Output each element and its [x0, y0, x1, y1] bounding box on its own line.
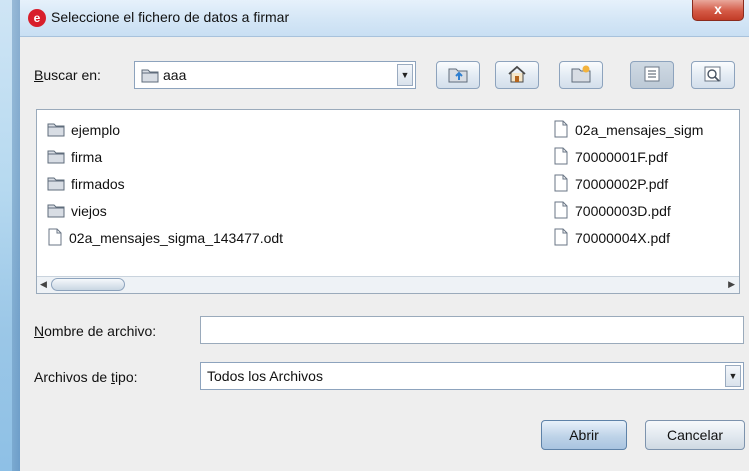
- list-item[interactable]: 70000002P.pdf: [553, 172, 668, 196]
- list-item-label: firmados: [71, 176, 125, 192]
- open-button[interactable]: Abrir: [541, 420, 627, 450]
- list-item[interactable]: 02a_mensajes_sigma_143477.odt: [47, 226, 283, 250]
- up-folder-icon: [448, 65, 468, 86]
- list-item-label: 02a_mensajes_sigma_143477.odt: [69, 230, 284, 246]
- file-icon: [553, 228, 569, 249]
- list-item[interactable]: 70000003D.pdf: [553, 199, 671, 223]
- filename-label: Nombre de archivo:: [34, 323, 157, 339]
- cancel-button[interactable]: Cancelar: [645, 420, 745, 450]
- lookin-combo[interactable]: aaa ▼: [134, 61, 416, 89]
- details-view-icon: [704, 66, 722, 85]
- folder-icon: [47, 148, 65, 167]
- scroll-left-icon[interactable]: ◀: [40, 279, 47, 290]
- folder-icon: [141, 67, 159, 86]
- lookin-label: Buscar en:: [34, 67, 101, 83]
- details-view-button[interactable]: [691, 61, 735, 89]
- list-item-label: 70000003D.pdf: [575, 203, 671, 219]
- app-logo-icon: e: [28, 9, 46, 27]
- horizontal-scrollbar[interactable]: ◀ ▶: [37, 276, 739, 293]
- list-item-label: 70000004X.pdf: [575, 230, 670, 246]
- lookin-value: aaa: [163, 67, 187, 83]
- list-item-label: viejos: [71, 203, 107, 219]
- file-icon: [553, 174, 569, 195]
- list-item[interactable]: 70000004X.pdf: [553, 226, 670, 250]
- list-item[interactable]: firmados: [47, 172, 125, 196]
- dialog-body: Buscar en: aaa ▼ ejemplo firma firmados …: [20, 37, 749, 471]
- list-item[interactable]: firma: [47, 145, 102, 169]
- home-icon: [507, 65, 527, 86]
- file-icon: [553, 147, 569, 168]
- file-chooser-dialog: e Seleccione el fichero de datos a firma…: [20, 0, 749, 471]
- file-icon: [47, 228, 63, 249]
- list-item-label: firma: [71, 149, 103, 165]
- chevron-down-icon[interactable]: ▼: [725, 365, 741, 387]
- list-item-label: 70000001F.pdf: [575, 149, 668, 165]
- filename-input[interactable]: [200, 316, 744, 344]
- list-item-label: 02a_mensajes_sigm: [575, 122, 704, 138]
- filetype-label: Archivos de tipo:: [34, 369, 138, 385]
- new-folder-button[interactable]: [559, 61, 603, 89]
- file-list[interactable]: ejemplo firma firmados viejos 02a_mensaj…: [36, 109, 740, 294]
- home-button[interactable]: [495, 61, 539, 89]
- list-item[interactable]: 70000001F.pdf: [553, 145, 668, 169]
- file-icon: [553, 201, 569, 222]
- list-item-label: ejemplo: [71, 122, 121, 138]
- file-icon: [553, 120, 569, 141]
- scroll-right-icon[interactable]: ▶: [728, 279, 735, 290]
- up-folder-button[interactable]: [436, 61, 480, 89]
- list-item[interactable]: viejos: [47, 199, 107, 223]
- list-item-label: 70000002P.pdf: [575, 176, 669, 192]
- close-button[interactable]: x: [692, 0, 744, 21]
- filetype-combo[interactable]: Todos los Archivos ▼: [200, 362, 744, 390]
- folder-icon: [47, 175, 65, 194]
- title-bar[interactable]: e Seleccione el fichero de datos a firma…: [20, 0, 749, 37]
- folder-icon: [47, 202, 65, 221]
- list-view-button[interactable]: [630, 61, 674, 89]
- chevron-down-icon[interactable]: ▼: [397, 64, 413, 86]
- list-item[interactable]: ejemplo: [47, 118, 120, 142]
- list-view-icon: [644, 66, 660, 85]
- filetype-value: Todos los Archivos: [207, 368, 323, 384]
- window-title: Seleccione el fichero de datos a firmar: [51, 9, 290, 25]
- folder-icon: [47, 121, 65, 140]
- new-folder-icon: [571, 65, 591, 86]
- scrollbar-thumb[interactable]: [51, 278, 125, 291]
- list-item[interactable]: 02a_mensajes_sigm: [553, 118, 703, 142]
